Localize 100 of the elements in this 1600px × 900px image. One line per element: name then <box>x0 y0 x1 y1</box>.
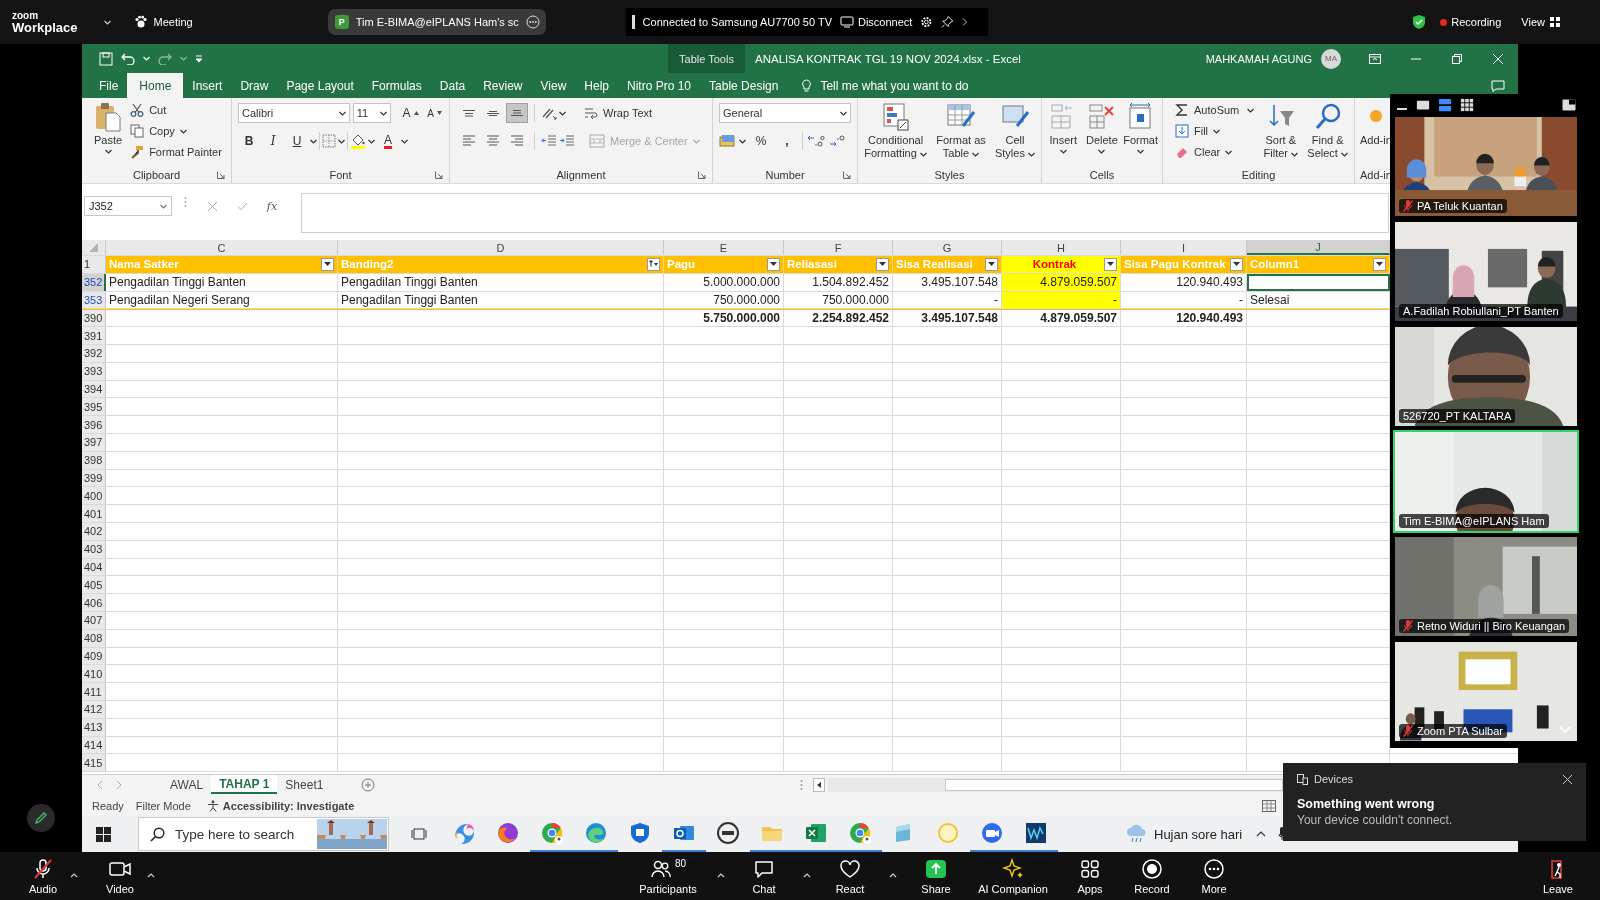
caret-icon[interactable] <box>401 138 408 144</box>
meeting-button[interactable]: Meeting <box>133 15 193 29</box>
number-format-field[interactable]: General <box>719 103 851 123</box>
clipboard-icon[interactable] <box>94 102 123 132</box>
caret-icon[interactable] <box>368 138 375 144</box>
conditional-formatting-button[interactable]: Conditional Formatting <box>862 102 930 167</box>
copy-button[interactable]: Copy <box>128 121 224 141</box>
react-button[interactable]: React <box>825 854 875 898</box>
caret-icon[interactable] <box>1291 152 1299 157</box>
column-header[interactable]: J <box>1247 240 1390 255</box>
close-button[interactable] <box>1563 774 1572 784</box>
row-header[interactable]: 395 <box>82 398 106 416</box>
sheet-tab[interactable]: AWAL <box>162 775 212 794</box>
filter-button[interactable] <box>321 257 334 271</box>
ribbon-tab[interactable]: Nitro Pro 10 <box>618 73 701 98</box>
filter-button[interactable] <box>985 257 998 271</box>
cell-styles-button[interactable]: Cell Styles <box>992 102 1037 167</box>
chevron-up-icon[interactable] <box>1256 831 1267 837</box>
column-header[interactable]: I <box>1121 240 1247 255</box>
filter-button[interactable] <box>1230 257 1243 271</box>
format-button[interactable]: Format <box>1123 102 1158 167</box>
participants-button[interactable]: 80 Participants <box>633 854 703 898</box>
format-as-table-button[interactable]: Format as Table <box>934 102 988 167</box>
caret-icon[interactable] <box>739 138 746 144</box>
column-header[interactable]: E <box>664 240 784 255</box>
ribbon-tab[interactable]: Help <box>575 73 618 98</box>
video-tile[interactable]: 526720_PT KALTARA <box>1393 325 1579 428</box>
caret-icon[interactable] <box>1247 107 1255 113</box>
row-header[interactable]: 415 <box>82 754 106 772</box>
horizontal-scrollbar[interactable] <box>828 777 1284 792</box>
caret-icon[interactable] <box>1137 149 1145 154</box>
find-select-button[interactable]: Find & Select <box>1305 102 1350 167</box>
dialog-launcher-icon[interactable] <box>698 171 706 179</box>
increase-decimal-icon[interactable] <box>807 134 825 148</box>
strip-view-button[interactable] <box>1438 97 1452 112</box>
insert-function-button[interactable]: fx <box>257 196 287 216</box>
video-tile[interactable]: Tim E-BIMA@eIPLANS Ham <box>1393 430 1579 533</box>
column-header[interactable]: C <box>106 240 338 255</box>
redo-icon[interactable] <box>158 52 172 65</box>
grid-view-button[interactable] <box>1460 97 1474 112</box>
pop-out-icon[interactable] <box>1562 98 1576 111</box>
font-color-button[interactable]: A <box>377 131 399 151</box>
apps-button[interactable]: Apps <box>1065 854 1115 898</box>
share-button[interactable]: Share <box>911 854 961 898</box>
caret-icon[interactable] <box>1059 149 1067 154</box>
ai-button[interactable]: AI Companion <box>973 854 1053 898</box>
row-header[interactable]: 391 <box>82 327 106 344</box>
dialog-launcher-icon[interactable] <box>217 171 225 179</box>
ribbon-tab[interactable]: Draw <box>231 73 278 98</box>
grow-font-button[interactable]: A <box>400 103 422 123</box>
clear-button[interactable]: Clear <box>1173 142 1257 162</box>
row-header[interactable]: 400 <box>82 487 106 505</box>
ribbon-tab[interactable]: Home <box>127 73 184 98</box>
ribbon-tab[interactable]: View <box>531 73 576 98</box>
filter-button[interactable] <box>876 257 889 271</box>
text-angle-icon[interactable] <box>541 106 557 120</box>
customize-icon[interactable] <box>195 54 203 63</box>
row-header[interactable]: 1 <box>82 256 106 273</box>
column-header[interactable]: D <box>338 240 664 255</box>
ribbon-tab[interactable]: Table Design <box>700 73 788 98</box>
view-button[interactable]: View <box>1521 16 1560 28</box>
ribbon-tab[interactable]: Formulas <box>362 73 431 98</box>
row-header[interactable]: 401 <box>82 505 106 522</box>
row-header[interactable]: 405 <box>82 576 106 594</box>
delete-button[interactable]: Delete <box>1084 102 1120 167</box>
leave-button[interactable]: Leave <box>1533 854 1583 898</box>
caret-icon[interactable] <box>310 138 317 144</box>
user-avatar[interactable]: MA <box>1321 48 1341 69</box>
align-bottom-button[interactable] <box>506 103 528 123</box>
video-button[interactable]: Video <box>95 854 145 898</box>
shared-screen-tab[interactable]: P Tim E-BIMA@eIPLANS Ham's sc <box>327 9 546 35</box>
video-tile[interactable]: Retno Widuri || Biro Keuangan <box>1393 535 1579 638</box>
filter-button[interactable] <box>767 257 780 271</box>
insert-button[interactable]: Insert <box>1046 102 1081 167</box>
more-icon[interactable] <box>525 15 540 29</box>
video-tile[interactable]: PA Teluk Kuantan <box>1393 115 1579 218</box>
disconnect-button[interactable]: Disconnect <box>839 16 913 28</box>
caret-icon[interactable] <box>559 110 566 116</box>
audio-button[interactable]: Audio <box>18 854 68 898</box>
dialog-launcher-icon[interactable] <box>843 171 851 179</box>
tell-me-field[interactable]: Tell me what you want to do <box>801 73 969 98</box>
row-header[interactable]: 406 <box>82 594 106 611</box>
format-painter-button[interactable]: Format Painter <box>128 142 224 162</box>
sheet-tab[interactable]: Sheet1 <box>277 775 332 794</box>
caret-icon[interactable] <box>1341 152 1348 157</box>
caret-icon[interactable] <box>1225 149 1233 155</box>
caret-icon[interactable] <box>104 149 112 154</box>
underline-button[interactable]: U <box>286 131 308 151</box>
name-box[interactable]: J352 <box>84 196 172 216</box>
more-button[interactable]: More <box>1189 854 1239 898</box>
comma-button[interactable]: , <box>776 131 798 151</box>
normal-view-icon[interactable] <box>1262 799 1276 812</box>
active-cell[interactable] <box>1247 273 1390 291</box>
decrease-decimal-icon[interactable] <box>829 134 847 148</box>
cut-button[interactable]: Cut <box>128 100 224 120</box>
settings-icon[interactable] <box>920 15 934 29</box>
ribbon-tab[interactable]: Data <box>430 73 475 98</box>
filter-button[interactable] <box>1104 257 1117 271</box>
row-header[interactable]: 411 <box>82 683 106 700</box>
fill-color-icon[interactable] <box>350 133 366 149</box>
